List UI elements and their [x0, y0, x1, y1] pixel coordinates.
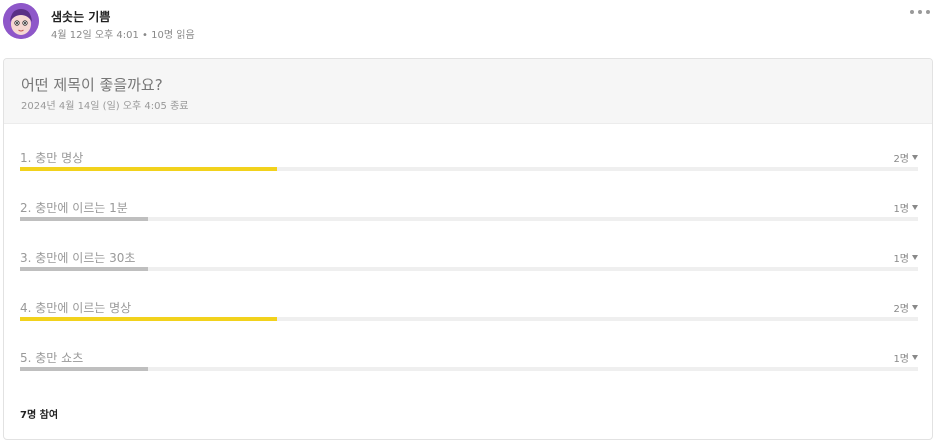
poll-option[interactable]: 2. 충만에 이르는 1분 1명 — [20, 199, 918, 235]
option-label: 4. 충만에 이르는 명상 — [20, 301, 132, 315]
option-bar-fill — [20, 267, 149, 271]
option-count-text: 2명 — [893, 154, 909, 165]
option-count-text: 1명 — [893, 254, 909, 265]
option-count-text: 2명 — [893, 304, 909, 315]
option-bar-track — [20, 367, 918, 371]
poll-option[interactable]: 3. 충만에 이르는 30초 1명 — [20, 249, 918, 285]
poll-header: 어떤 제목이 좋을까요? 2024년 4월 14일 (일) 오후 4:05 종료 — [4, 59, 932, 124]
dot — [918, 10, 922, 14]
poll-end-time: 2024년 4월 14일 (일) 오후 4:05 종료 — [21, 101, 189, 112]
option-bar-fill — [20, 367, 149, 371]
caret-down-icon — [912, 205, 918, 210]
poll-option[interactable]: 1. 충만 명상 2명 — [20, 149, 918, 185]
option-bar-fill — [20, 217, 149, 221]
option-bar-fill — [20, 167, 277, 171]
option-bar-track — [20, 167, 918, 171]
option-bar-track — [20, 267, 918, 271]
option-count[interactable]: 2명 — [893, 150, 918, 165]
option-bar-fill — [20, 317, 277, 321]
poll-option[interactable]: 5. 충만 쇼츠 1명 — [20, 349, 918, 385]
option-count[interactable]: 1명 — [893, 250, 918, 265]
caret-down-icon — [912, 355, 918, 360]
caret-down-icon — [912, 155, 918, 160]
option-count-text: 1명 — [893, 204, 909, 215]
option-label: 3. 충만에 이르는 30초 — [20, 251, 136, 265]
caret-down-icon — [912, 255, 918, 260]
option-count[interactable]: 2명 — [893, 300, 918, 315]
author-name[interactable]: 샘솟는 기쁨 — [51, 8, 110, 25]
option-label: 5. 충만 쇼츠 — [20, 351, 84, 365]
poll-option[interactable]: 4. 충만에 이르는 명상 2명 — [20, 299, 918, 335]
more-options-icon[interactable] — [910, 8, 930, 16]
option-label: 1. 충만 명상 — [20, 151, 84, 165]
post-meta: 4월 12일 오후 4:01 • 10명 읽음 — [51, 30, 195, 41]
option-count[interactable]: 1명 — [893, 200, 918, 215]
caret-down-icon — [912, 305, 918, 310]
option-bar-track — [20, 217, 918, 221]
poll-card: 어떤 제목이 좋을까요? 2024년 4월 14일 (일) 오후 4:05 종료… — [3, 58, 933, 440]
dot — [926, 10, 930, 14]
option-label: 2. 충만에 이르는 1분 — [20, 201, 128, 215]
poll-title: 어떤 제목이 좋을까요? — [21, 76, 163, 94]
option-count[interactable]: 1명 — [893, 350, 918, 365]
option-count-text: 1명 — [893, 354, 909, 365]
avatar-face-icon — [3, 3, 39, 39]
option-bar-track — [20, 317, 918, 321]
post-header: 샘솟는 기쁨 4월 12일 오후 4:01 • 10명 읽음 — [0, 0, 946, 58]
avatar[interactable] — [3, 3, 39, 39]
participants-count: 7명 참여 — [20, 410, 59, 421]
dot — [910, 10, 914, 14]
